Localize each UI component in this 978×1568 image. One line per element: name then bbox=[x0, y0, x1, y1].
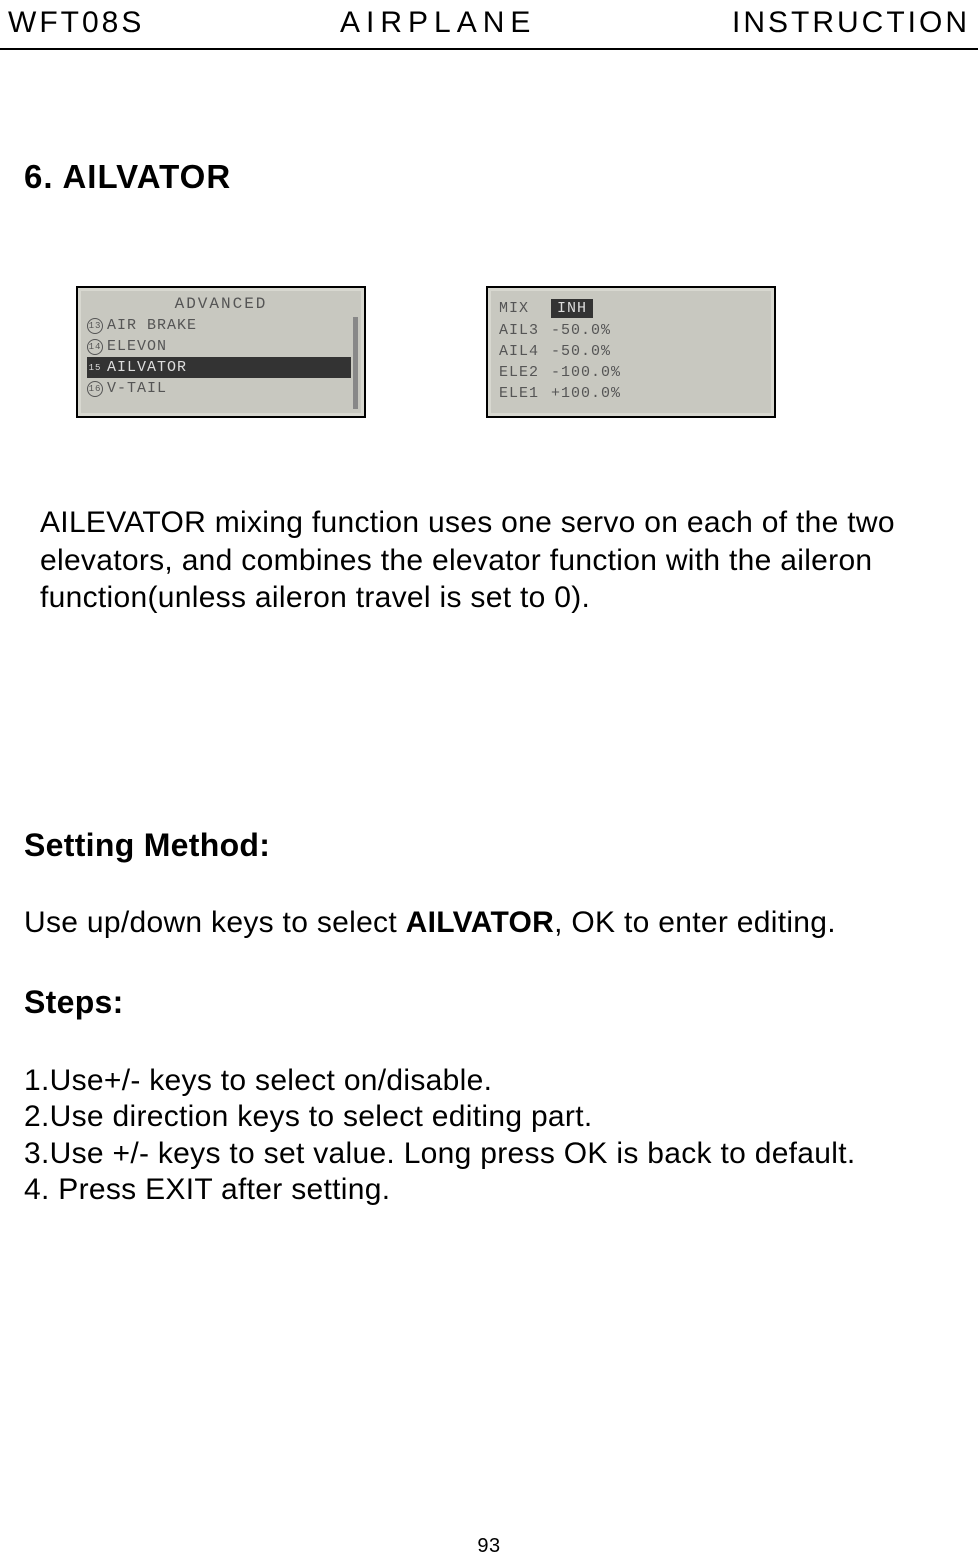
lcd-screens-row: ADVANCED 13AIR BRAKE14ELEVON15AILVATOR16… bbox=[24, 286, 954, 418]
menu-item-label: ELEVON bbox=[107, 338, 167, 355]
lcd-value-row: ELE2-100.0% bbox=[491, 362, 771, 383]
menu-number-icon: 14 bbox=[87, 339, 103, 355]
lcd-menu-title: ADVANCED bbox=[81, 291, 361, 315]
menu-item-label: AIR BRAKE bbox=[107, 317, 197, 334]
page-header: WFT08S AIRPLANE INSTRUCTION bbox=[0, 0, 978, 50]
lcd-value: -100.0% bbox=[551, 364, 763, 381]
lcd-values-inner: MIXINHAIL3-50.0%AIL4-50.0%ELE2-100.0%ELE… bbox=[491, 291, 771, 413]
lcd-scrollbar bbox=[353, 317, 358, 409]
menu-number-icon: 15 bbox=[87, 360, 103, 376]
lcd-value-label: ELE2 bbox=[499, 364, 551, 381]
lcd-value-row: MIXINH bbox=[491, 297, 771, 320]
setting-line-post: , OK to enter editing. bbox=[554, 906, 836, 939]
header-doc-type: INSTRUCTION bbox=[732, 6, 970, 40]
lcd-value: -50.0% bbox=[551, 343, 763, 360]
lcd-value: +100.0% bbox=[551, 385, 763, 402]
lcd-menu-inner: ADVANCED 13AIR BRAKE14ELEVON15AILVATOR16… bbox=[81, 291, 361, 413]
steps-heading: Steps: bbox=[24, 984, 954, 1021]
section-title: 6. AILVATOR bbox=[24, 158, 954, 196]
step-line: 1.Use+/- keys to select on/disable. bbox=[24, 1063, 954, 1100]
steps-list: 1.Use+/- keys to select on/disable.2.Use… bbox=[24, 1063, 954, 1209]
menu-item-label: AILVATOR bbox=[107, 359, 187, 376]
lcd-menu-item: 14ELEVON bbox=[81, 336, 361, 357]
page-content: 6. AILVATOR ADVANCED 13AIR BRAKE14ELEVON… bbox=[0, 158, 978, 1209]
header-category: AIRPLANE bbox=[340, 6, 536, 40]
lcd-menu-item: 16V-TAIL bbox=[81, 378, 361, 399]
setting-method-line: Use up/down keys to select AILVATOR, OK … bbox=[24, 906, 954, 940]
lcd-menu-item: 15AILVATOR bbox=[87, 357, 351, 378]
description-text: AILEVATOR mixing function uses one servo… bbox=[40, 504, 954, 617]
menu-number-icon: 13 bbox=[87, 318, 103, 334]
step-line: 3.Use +/- keys to set value. Long press … bbox=[24, 1136, 954, 1173]
lcd-value: INH bbox=[551, 299, 763, 318]
step-line: 4. Press EXIT after setting. bbox=[24, 1172, 954, 1209]
lcd-value-label: AIL3 bbox=[499, 322, 551, 339]
lcd-value: -50.0% bbox=[551, 322, 763, 339]
lcd-value-label: AIL4 bbox=[499, 343, 551, 360]
lcd-value-row: AIL4-50.0% bbox=[491, 341, 771, 362]
setting-line-pre: Use up/down keys to select bbox=[24, 906, 406, 939]
lcd-value-badge: INH bbox=[551, 299, 593, 318]
lcd-value-row: ELE1+100.0% bbox=[491, 383, 771, 404]
menu-number-icon: 16 bbox=[87, 381, 103, 397]
menu-item-label: V-TAIL bbox=[107, 380, 167, 397]
page-number: 93 bbox=[477, 1535, 500, 1558]
lcd-menu-item: 13AIR BRAKE bbox=[81, 315, 361, 336]
lcd-menu-screen: ADVANCED 13AIR BRAKE14ELEVON15AILVATOR16… bbox=[76, 286, 366, 418]
lcd-value-row: AIL3-50.0% bbox=[491, 320, 771, 341]
header-model: WFT08S bbox=[8, 6, 144, 40]
setting-method-heading: Setting Method: bbox=[24, 827, 954, 864]
lcd-values-screen: MIXINHAIL3-50.0%AIL4-50.0%ELE2-100.0%ELE… bbox=[486, 286, 776, 418]
lcd-value-label: ELE1 bbox=[499, 385, 551, 402]
setting-line-bold: AILVATOR bbox=[406, 906, 555, 939]
step-line: 2.Use direction keys to select editing p… bbox=[24, 1099, 954, 1136]
lcd-value-label: MIX bbox=[499, 300, 551, 317]
